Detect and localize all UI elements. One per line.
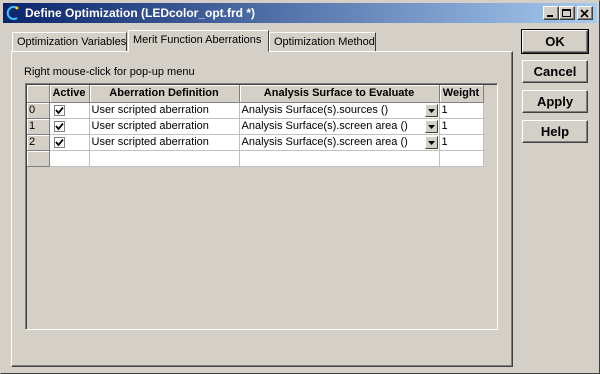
column-header-weight[interactable]: Weight xyxy=(439,85,484,103)
dropdown-button[interactable] xyxy=(424,119,438,133)
empty-cell[interactable] xyxy=(49,150,90,167)
analysis-surface-combo[interactable]: Analysis Surface(s).screen area () xyxy=(239,134,440,151)
tab-optimization-variables[interactable]: Optimization Variables xyxy=(12,32,127,52)
apply-button[interactable]: Apply xyxy=(522,90,588,113)
optimization-icon xyxy=(6,5,22,21)
checkmark-icon xyxy=(54,122,64,131)
row-index[interactable]: 1 xyxy=(27,118,50,135)
aberration-definition-cell[interactable]: User scripted aberration xyxy=(89,134,240,151)
analysis-surface-value: Analysis Surface(s).screen area () xyxy=(241,136,408,148)
column-header-analysis-surface[interactable]: Analysis Surface to Evaluate xyxy=(239,85,440,103)
analysis-surface-value: Analysis Surface(s).screen area () xyxy=(241,120,408,132)
table-row[interactable]: 1 User scripted aberration Analysis Surf… xyxy=(27,118,484,135)
column-header-active[interactable]: Active xyxy=(49,85,90,103)
active-checkbox[interactable] xyxy=(53,136,65,148)
aberrations-table: Active Aberration Definition Analysis Su… xyxy=(27,85,484,167)
weight-cell[interactable]: 1 xyxy=(439,134,484,151)
ok-button[interactable]: OK xyxy=(521,29,589,54)
weight-cell[interactable]: 1 xyxy=(439,118,484,135)
aberration-definition-cell[interactable]: User scripted aberration xyxy=(89,102,240,119)
analysis-surface-combo[interactable]: Analysis Surface(s).sources () xyxy=(239,102,440,119)
active-cell[interactable] xyxy=(49,102,90,119)
tab-label: Optimization Variables xyxy=(17,36,127,48)
active-cell[interactable] xyxy=(49,118,90,135)
corner-header[interactable] xyxy=(27,85,50,103)
row-index-empty[interactable] xyxy=(27,150,50,167)
analysis-surface-value: Analysis Surface(s).sources () xyxy=(241,104,389,116)
chevron-down-icon xyxy=(427,140,435,145)
aberrations-grid[interactable]: Active Aberration Definition Analysis Su… xyxy=(25,83,498,330)
window-title: Define Optimization (LEDcolor_opt.frd *) xyxy=(25,6,255,20)
new-entry-row[interactable] xyxy=(27,150,484,167)
header-row: Active Aberration Definition Analysis Su… xyxy=(27,85,484,103)
checkmark-icon xyxy=(54,138,64,147)
minimize-button[interactable] xyxy=(543,6,559,20)
dropdown-button[interactable] xyxy=(424,135,438,149)
dropdown-button[interactable] xyxy=(424,103,438,117)
column-header-aberration-definition[interactable]: Aberration Definition xyxy=(89,85,240,103)
maximize-icon xyxy=(562,9,571,17)
close-button[interactable] xyxy=(577,6,593,20)
active-checkbox[interactable] xyxy=(53,104,65,116)
empty-cell[interactable] xyxy=(89,150,240,167)
table-row[interactable]: 0 User scripted aberration Analysis Surf… xyxy=(27,102,484,119)
chevron-down-icon xyxy=(427,108,435,113)
weight-cell[interactable]: 1 xyxy=(439,102,484,119)
tab-merit-function-aberrations[interactable]: Merit Function Aberrations xyxy=(128,30,269,52)
title-bar[interactable]: Define Optimization (LEDcolor_opt.frd *) xyxy=(3,3,597,23)
checkmark-icon xyxy=(54,106,64,115)
aberration-definition-cell[interactable]: User scripted aberration xyxy=(89,118,240,135)
row-index[interactable]: 2 xyxy=(27,134,50,151)
tab-optimization-method[interactable]: Optimization Method xyxy=(269,32,376,52)
cancel-button[interactable]: Cancel xyxy=(522,60,588,83)
tab-label: Merit Function Aberrations xyxy=(133,34,262,46)
popup-hint-text: Right mouse-click for pop-up menu xyxy=(24,66,195,78)
chevron-down-icon xyxy=(427,124,435,129)
active-cell[interactable] xyxy=(49,134,90,151)
close-icon xyxy=(580,9,589,18)
maximize-button[interactable] xyxy=(559,6,575,20)
table-row[interactable]: 2 User scripted aberration Analysis Surf… xyxy=(27,134,484,151)
analysis-surface-combo[interactable]: Analysis Surface(s).screen area () xyxy=(239,118,440,135)
tab-label: Optimization Method xyxy=(274,36,375,48)
minimize-icon xyxy=(547,15,553,17)
row-index[interactable]: 0 xyxy=(27,102,50,119)
empty-cell[interactable] xyxy=(439,150,484,167)
define-optimization-dialog: Define Optimization (LEDcolor_opt.frd *)… xyxy=(0,0,600,374)
empty-cell[interactable] xyxy=(239,150,440,167)
active-checkbox[interactable] xyxy=(53,120,65,132)
help-button[interactable]: Help xyxy=(522,120,588,143)
